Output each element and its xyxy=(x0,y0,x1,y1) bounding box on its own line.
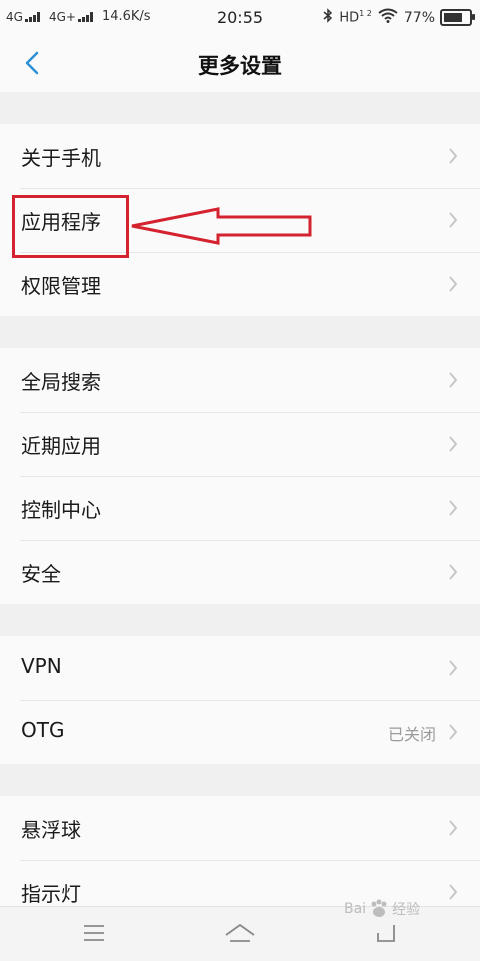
menu-icon xyxy=(84,925,104,941)
setting-about-phone[interactable]: 关于手机 xyxy=(0,124,480,188)
setting-permissions[interactable]: 权限管理 xyxy=(0,252,480,316)
chevron-right-icon xyxy=(449,276,458,292)
chevron-right-icon xyxy=(449,372,458,388)
setting-label: 控制中心 xyxy=(21,498,101,522)
setting-label: VPN xyxy=(21,654,62,678)
chevron-right-icon xyxy=(449,212,458,228)
home-icon xyxy=(225,924,255,942)
chevron-right-icon xyxy=(449,436,458,452)
settings-group-features: 全局搜索 近期应用 控制中心 安全 xyxy=(0,348,480,604)
section-gap xyxy=(0,604,480,636)
setting-control-center[interactable]: 控制中心 xyxy=(0,476,480,540)
hd-sim: 1 2 xyxy=(359,9,372,19)
section-gap xyxy=(0,92,480,124)
setting-label: 指示灯 xyxy=(21,882,81,906)
chevron-right-icon xyxy=(449,148,458,164)
chevron-right-icon xyxy=(449,724,458,740)
chevron-right-icon xyxy=(449,820,458,836)
chevron-right-icon xyxy=(449,660,458,676)
settings-group-connection: VPN OTG 已关闭 xyxy=(0,636,480,764)
setting-value: 已关闭 xyxy=(387,725,436,744)
setting-recent-apps[interactable]: 近期应用 xyxy=(0,412,480,476)
page-title: 更多设置 xyxy=(198,54,282,78)
setting-vpn[interactable]: VPN xyxy=(0,636,480,700)
nav-menu-button[interactable] xyxy=(82,921,106,949)
hd-label: HD xyxy=(339,10,360,26)
setting-label: 全局搜索 xyxy=(21,370,101,394)
setting-label: 关于手机 xyxy=(21,146,101,170)
section-gap xyxy=(0,316,480,348)
annotation-highlight-box xyxy=(12,195,129,258)
battery-percent: 77% xyxy=(403,9,435,26)
watermark-text-left: Bai xyxy=(344,901,367,917)
hd-indicator: HD1 2 xyxy=(339,9,372,25)
nav-home-button[interactable] xyxy=(224,921,256,949)
battery-icon xyxy=(440,9,475,26)
setting-label: 悬浮球 xyxy=(21,818,81,842)
app-header: 更多设置 xyxy=(0,34,480,92)
section-gap xyxy=(0,764,480,796)
setting-label: 近期应用 xyxy=(21,434,101,458)
status-bar: 4G 4G+ 14.6K/s 20:55 HD1 2 77% xyxy=(0,0,480,34)
baidu-watermark: Bai 经验 xyxy=(344,898,420,920)
chevron-right-icon xyxy=(449,564,458,580)
watermark-text-right: 经验 xyxy=(392,902,421,918)
annotation-arrow-icon xyxy=(131,207,312,245)
battery-fill xyxy=(444,13,463,22)
status-right: HD1 2 77% xyxy=(323,8,475,27)
setting-label: OTG xyxy=(21,718,65,742)
wifi-icon xyxy=(378,8,398,27)
setting-label: 权限管理 xyxy=(21,274,101,298)
chevron-right-icon xyxy=(449,500,458,516)
back-icon xyxy=(377,925,395,942)
setting-security[interactable]: 安全 xyxy=(0,540,480,604)
setting-global-search[interactable]: 全局搜索 xyxy=(0,348,480,412)
bluetooth-icon xyxy=(323,8,333,27)
setting-otg[interactable]: OTG 已关闭 xyxy=(0,700,480,764)
setting-label: 安全 xyxy=(21,562,61,586)
chevron-right-icon xyxy=(449,884,458,900)
setting-floating-ball[interactable]: 悬浮球 xyxy=(0,796,480,860)
nav-back-button[interactable] xyxy=(374,921,398,949)
paw-icon xyxy=(371,899,387,917)
